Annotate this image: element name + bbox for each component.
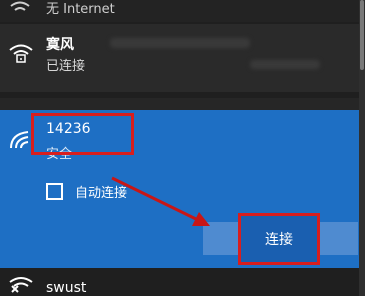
wifi-secured-icon <box>8 274 34 294</box>
scrollbar-thumb[interactable] <box>360 0 364 70</box>
scrollbar[interactable] <box>359 0 365 296</box>
annotation-arrow <box>111 176 210 226</box>
network-item-bottom[interactable]: swust <box>0 268 365 296</box>
network-name: swust <box>46 280 87 296</box>
